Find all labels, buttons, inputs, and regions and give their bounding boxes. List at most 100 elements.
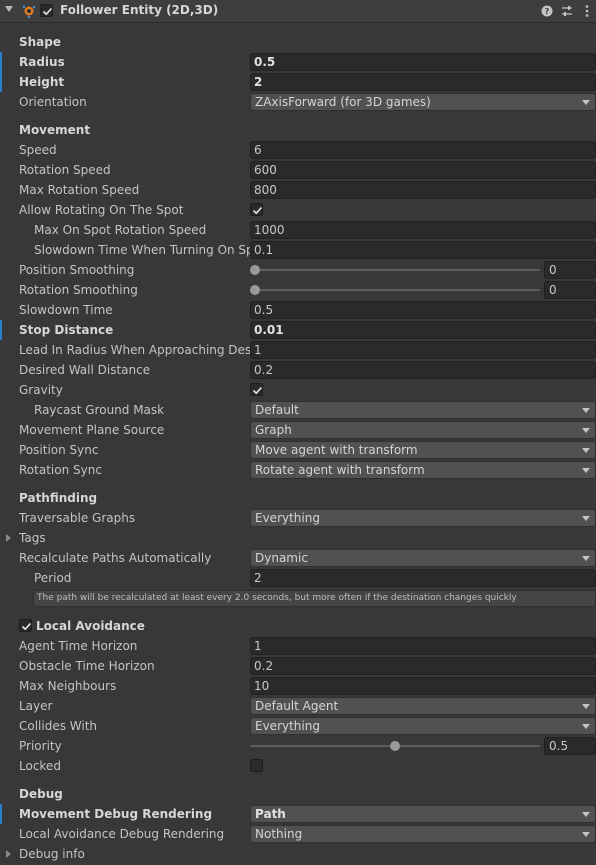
lead-in-radius-field[interactable]: 1 <box>250 341 596 359</box>
rotation-sync-dropdown[interactable]: Rotate agent with transform <box>250 461 596 479</box>
modified-marker <box>0 320 2 340</box>
period-field[interactable]: 2 <box>250 569 596 587</box>
allow-rotating-label: Allow Rotating On The Spot <box>19 203 184 217</box>
agent-time-field[interactable]: 1 <box>250 637 596 655</box>
orientation-label: Orientation <box>19 95 87 109</box>
foldout-arrow-icon[interactable] <box>6 850 11 858</box>
avoidance-rendering-dropdown[interactable]: Nothing <box>250 825 596 843</box>
max-rotation-speed-label: Max Rotation Speed <box>19 183 140 197</box>
rotation-smoothing-field[interactable]: 0 <box>544 281 596 299</box>
traversable-dropdown[interactable]: Everything <box>250 509 596 527</box>
height-label: Height <box>19 75 65 89</box>
position-smoothing-knob[interactable] <box>250 265 260 275</box>
rotation-smoothing-row: Rotation Smoothing 0 <box>0 280 596 300</box>
obstacle-time-row: Obstacle Time Horizon 0.2 <box>0 656 596 676</box>
max-on-spot-row: Max On Spot Rotation Speed 1000 <box>0 220 596 240</box>
tags-label[interactable]: Tags <box>19 530 244 547</box>
desired-wall-field[interactable]: 0.2 <box>250 361 596 379</box>
radius-field[interactable]: 0.5 <box>250 53 596 71</box>
enabled-checkbox-icon[interactable] <box>40 4 53 17</box>
position-smoothing-track[interactable] <box>255 269 540 271</box>
avoidance-rendering-value: Nothing <box>255 827 303 841</box>
rotation-smoothing-knob[interactable] <box>250 285 260 295</box>
collides-with-value: Everything <box>255 719 320 733</box>
desired-wall-row: Desired Wall Distance 0.2 <box>0 360 596 380</box>
raycast-mask-value: Default <box>255 403 299 417</box>
slowdown-turning-field[interactable]: 0.1 <box>250 241 596 259</box>
orientation-dropdown[interactable]: ZAxisForward (for 3D games) <box>250 93 596 111</box>
layer-value: Default Agent <box>255 699 339 713</box>
section-debug: Debug <box>19 787 63 801</box>
lead-in-radius-label: Lead In Radius When Approaching Destinat… <box>19 343 250 357</box>
dropdown-arrow-icon <box>582 724 590 729</box>
desired-wall-label: Desired Wall Distance <box>19 363 151 377</box>
height-row: Height 2 <box>0 72 596 92</box>
raycast-mask-dropdown[interactable]: Default <box>250 401 596 419</box>
max-neighbours-field[interactable]: 10 <box>250 677 596 695</box>
priority-knob[interactable] <box>390 741 400 751</box>
dropdown-arrow-icon <box>582 812 590 817</box>
plane-source-row: Movement Plane Source Graph <box>0 420 596 440</box>
gravity-row: Gravity <box>0 380 596 400</box>
max-rotation-speed-field[interactable]: 800 <box>250 181 596 199</box>
follower-component-icon <box>22 5 36 19</box>
rotation-sync-label: Rotation Sync <box>19 463 102 477</box>
recalculate-row: Recalculate Paths Automatically Dynamic <box>0 548 596 568</box>
traversable-row: Traversable Graphs Everything <box>0 508 596 528</box>
slowdown-turning-label: Slowdown Time When Turning On Spot <box>34 243 250 257</box>
modified-marker <box>0 804 2 824</box>
stop-distance-row: Stop Distance 0.01 <box>0 320 596 340</box>
rotation-speed-field[interactable]: 600 <box>250 161 596 179</box>
help-icon[interactable]: ? <box>540 3 554 19</box>
max-rotation-speed-row: Max Rotation Speed 800 <box>0 180 596 200</box>
debug-info-label[interactable]: Debug info <box>19 846 244 863</box>
layer-dropdown[interactable]: Default Agent <box>250 697 596 715</box>
max-neighbours-label: Max Neighbours <box>19 679 117 693</box>
speed-row: Speed 6 <box>0 140 596 160</box>
recalculate-dropdown[interactable]: Dynamic <box>250 549 596 567</box>
rotation-smoothing-track[interactable] <box>255 289 540 291</box>
foldout-arrow-icon[interactable] <box>6 534 11 542</box>
rotation-speed-row: Rotation Speed 600 <box>0 160 596 180</box>
movement-rendering-label: Movement Debug Rendering <box>19 807 213 821</box>
tags-row[interactable]: Tags <box>0 528 596 548</box>
presets-icon[interactable] <box>560 3 574 19</box>
allow-rotating-checkbox[interactable] <box>250 203 263 216</box>
recalculate-value: Dynamic <box>255 551 308 565</box>
slowdown-turning-row: Slowdown Time When Turning On Spot 0.1 <box>0 240 596 260</box>
fold-arrow-icon[interactable] <box>5 6 13 12</box>
recalculate-label: Recalculate Paths Automatically <box>19 551 212 565</box>
position-smoothing-field[interactable]: 0 <box>544 261 596 279</box>
recalculate-help-box: The path will be recalculated at least e… <box>33 590 596 607</box>
stop-distance-label: Stop Distance <box>19 323 114 337</box>
modified-marker <box>0 72 2 92</box>
obstacle-time-field[interactable]: 0.2 <box>250 657 596 675</box>
gravity-checkbox[interactable] <box>250 383 263 396</box>
movement-rendering-dropdown[interactable]: Path <box>250 805 596 823</box>
debug-info-row[interactable]: Debug info <box>0 844 596 864</box>
height-field[interactable]: 2 <box>250 73 596 91</box>
movement-rendering-row: Movement Debug Rendering Path <box>0 804 596 824</box>
slowdown-time-field[interactable]: 0.5 <box>250 301 596 319</box>
max-on-spot-field[interactable]: 1000 <box>250 221 596 239</box>
stop-distance-field[interactable]: 0.01 <box>250 321 596 339</box>
raycast-mask-row: Raycast Ground Mask Default <box>0 400 596 420</box>
local-avoidance-checkbox[interactable] <box>19 619 32 632</box>
plane-source-dropdown[interactable]: Graph <box>250 421 596 439</box>
speed-field[interactable]: 6 <box>250 141 596 159</box>
dropdown-arrow-icon <box>582 832 590 837</box>
lead-in-radius-row: Lead In Radius When Approaching Destinat… <box>0 340 596 360</box>
component-header[interactable]: Follower Entity (2D,3D) ? <box>0 0 596 23</box>
avoidance-rendering-label: Local Avoidance Debug Rendering <box>19 827 225 841</box>
plane-source-value: Graph <box>255 423 292 437</box>
orientation-value: ZAxisForward (for 3D games) <box>255 95 431 109</box>
position-sync-dropdown[interactable]: Move agent with transform <box>250 441 596 459</box>
slowdown-time-row: Slowdown Time 0.5 <box>0 300 596 320</box>
locked-checkbox[interactable] <box>250 759 263 772</box>
agent-time-row: Agent Time Horizon 1 <box>0 636 596 656</box>
agent-time-label: Agent Time Horizon <box>19 639 138 653</box>
component-title: Follower Entity (2D,3D) <box>60 3 219 17</box>
collides-with-dropdown[interactable]: Everything <box>250 717 596 735</box>
kebab-menu-icon[interactable] <box>580 3 594 19</box>
priority-field[interactable]: 0.5 <box>544 737 596 755</box>
